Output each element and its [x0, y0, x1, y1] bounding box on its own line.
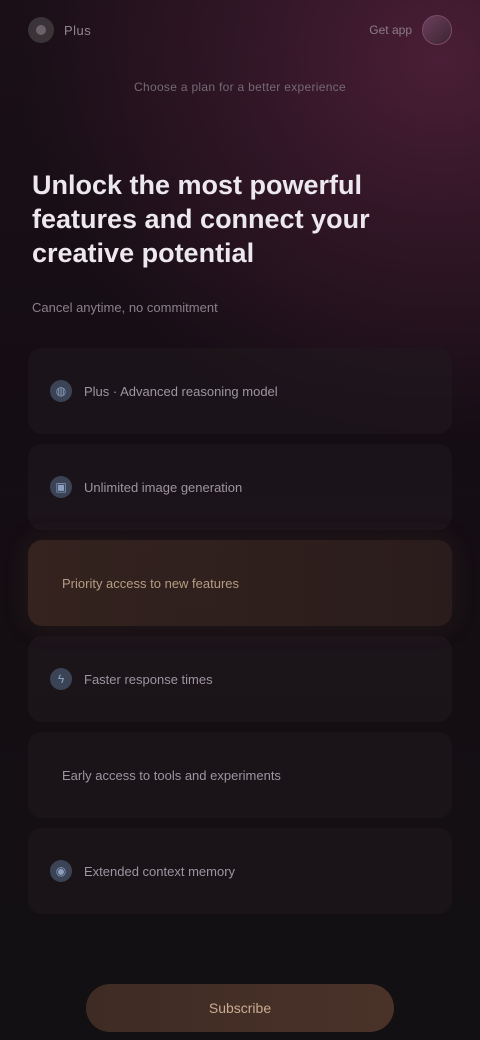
page-title: Unlock the most powerful features and co…: [32, 170, 370, 268]
option-item-5[interactable]: ◉ Extended context memory: [28, 828, 452, 914]
option-label: Priority access to new features: [62, 575, 240, 591]
brain-icon: ◉: [50, 860, 72, 882]
brand-logo[interactable]: Plus: [28, 17, 91, 43]
page-subtitle: Cancel anytime, no commitment: [32, 300, 218, 315]
option-list: ◍ Plus · Advanced reasoning model ▣ Unli…: [28, 348, 452, 924]
option-item-4[interactable]: Early access to tools and experiments: [28, 732, 452, 818]
option-item-1[interactable]: ▣ Unlimited image generation: [28, 444, 452, 530]
option-label: Unlimited image generation: [84, 479, 243, 495]
option-item-2[interactable]: Priority access to new features: [28, 540, 452, 626]
logo-icon: [28, 17, 54, 43]
top-bar: Plus Get app: [28, 14, 452, 46]
globe-icon: ◍: [50, 380, 72, 402]
option-label: Extended context memory: [84, 863, 236, 879]
option-label: Early access to tools and experiments: [62, 767, 281, 783]
option-label: Plus · Advanced reasoning model: [84, 383, 278, 399]
bolt-icon: ϟ: [50, 668, 72, 690]
subnav-text: Choose a plan for a better experience: [134, 80, 346, 94]
get-app-link[interactable]: Get app: [369, 23, 412, 37]
subscribe-button[interactable]: Subscribe: [86, 984, 394, 1032]
option-item-0[interactable]: ◍ Plus · Advanced reasoning model: [28, 348, 452, 434]
option-item-3[interactable]: ϟ Faster response times: [28, 636, 452, 722]
brand-name: Plus: [64, 22, 92, 38]
option-label: Faster response times: [84, 671, 213, 687]
top-right-actions: Get app: [369, 15, 452, 45]
image-icon: ▣: [50, 476, 72, 498]
avatar[interactable]: [422, 15, 452, 45]
